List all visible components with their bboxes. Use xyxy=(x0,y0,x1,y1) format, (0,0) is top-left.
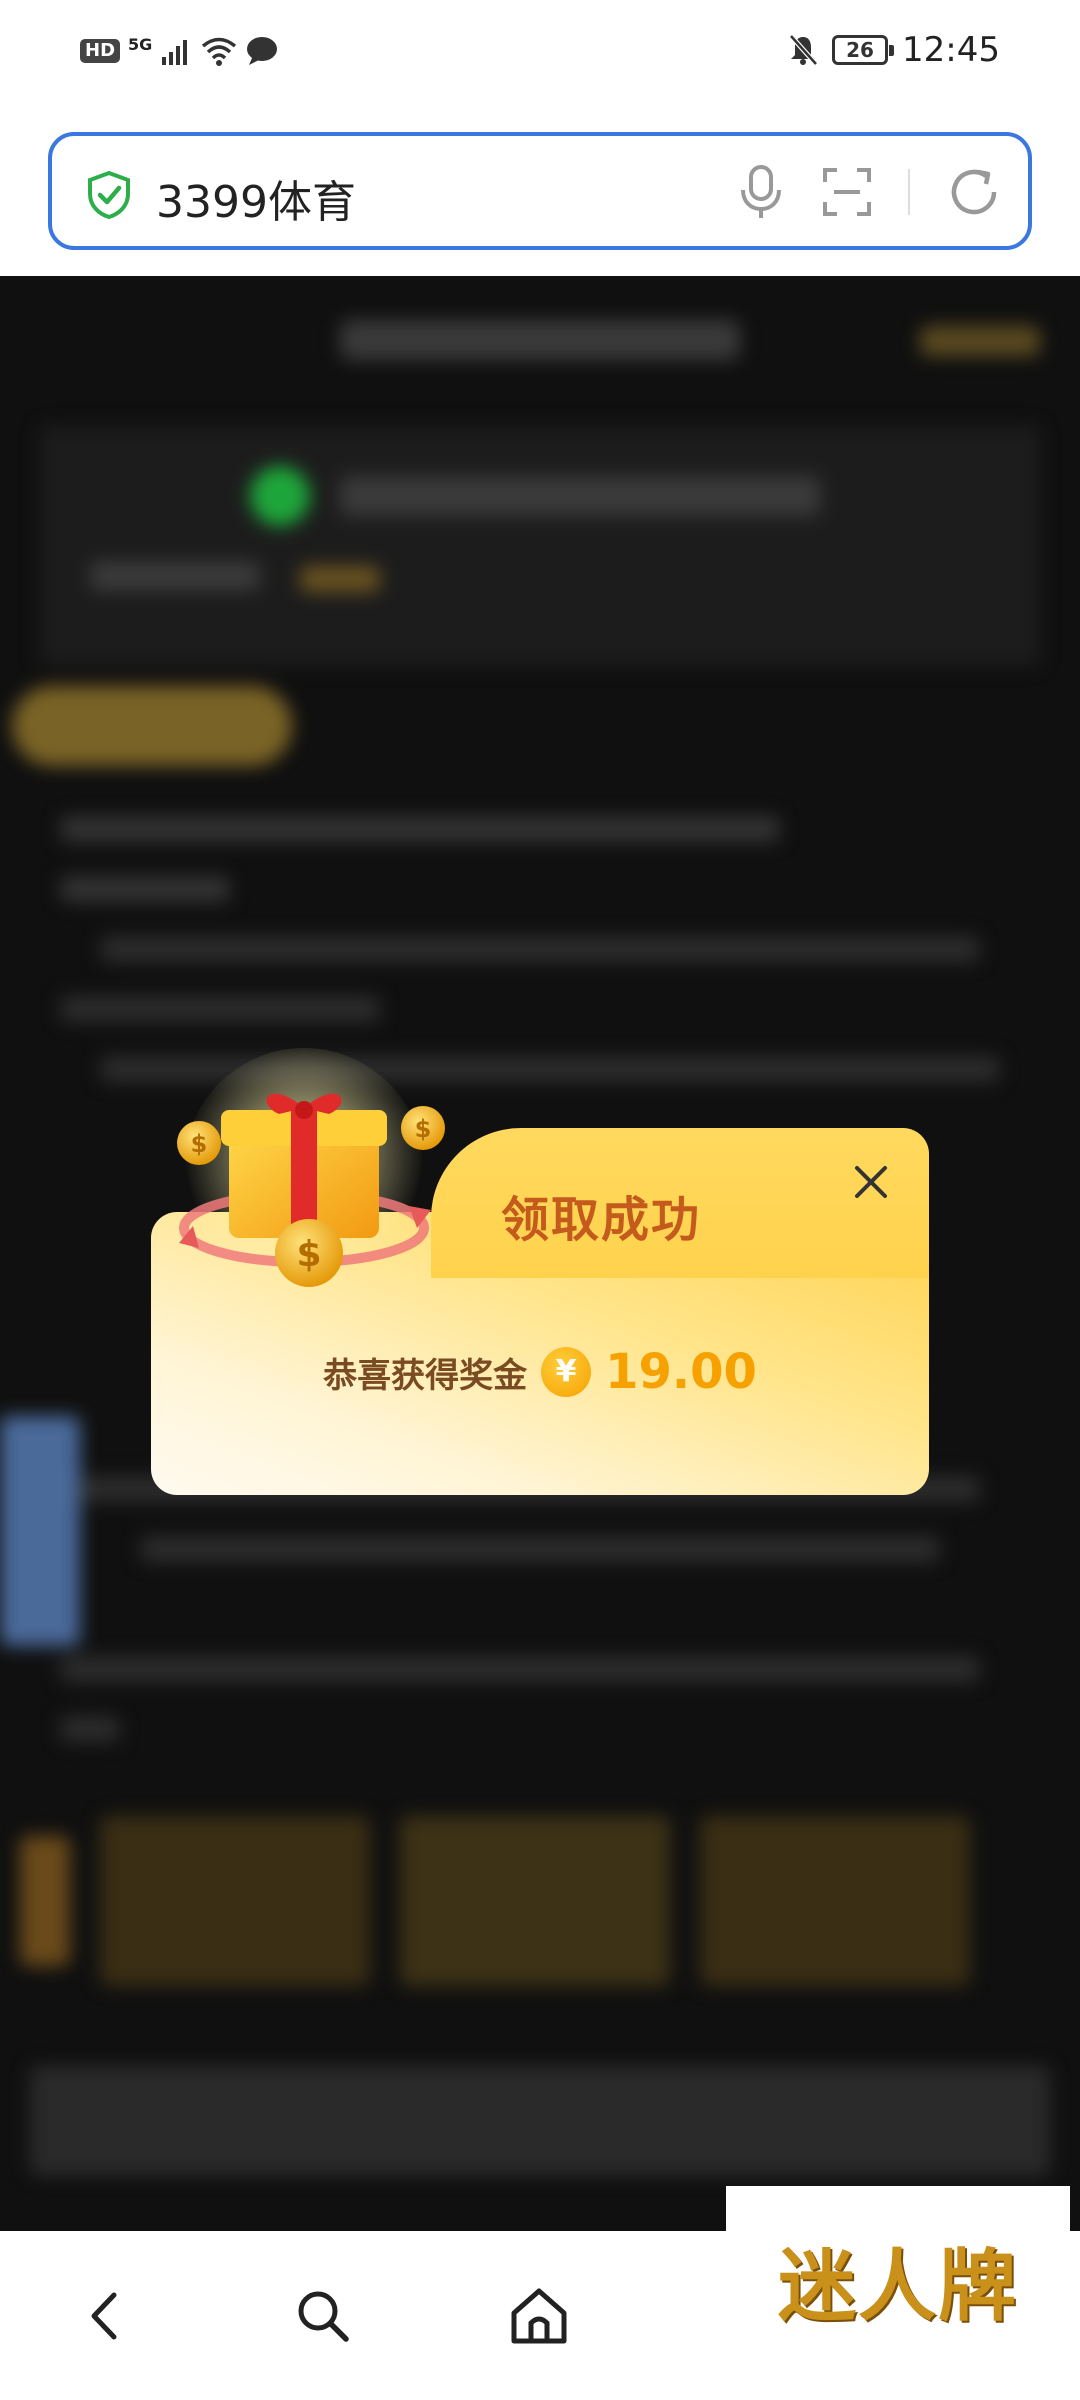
status-left: HD 5G xyxy=(80,34,278,66)
network-type: 5G xyxy=(128,34,153,54)
gift-icon: $ $ $ xyxy=(177,1048,445,1288)
reward-modal: 领取成功 $ $ $ 恭喜获得奖金 ¥ 19.00 xyxy=(151,1048,929,1495)
yuan-coin-icon: ¥ xyxy=(541,1347,592,1397)
blurred-bar xyxy=(30,2066,1050,2176)
reload-icon[interactable] xyxy=(946,164,1002,220)
blurred-line xyxy=(100,936,980,962)
blurred-card xyxy=(700,1816,970,1986)
mute-bell-icon xyxy=(789,34,818,66)
home-icon[interactable] xyxy=(504,2281,574,2351)
svg-text:$: $ xyxy=(191,1130,208,1158)
watermark-logo: 迷人牌 xyxy=(726,2186,1070,2374)
blurred-line xyxy=(60,876,230,902)
battery-indicator: 26 xyxy=(832,35,895,65)
reward-label: 恭喜获得奖金 xyxy=(323,1355,528,1396)
shield-check-icon xyxy=(88,170,130,220)
status-right: 26 12:45 xyxy=(788,30,1000,70)
search-icon[interactable] xyxy=(288,2281,358,2351)
blurred-line xyxy=(140,1536,940,1562)
blurred-header xyxy=(340,320,740,360)
blurred-dot xyxy=(250,466,310,526)
blurred-line xyxy=(60,816,780,842)
message-icon xyxy=(247,37,278,65)
blurred-panel xyxy=(40,426,1040,666)
microphone-icon[interactable] xyxy=(736,164,786,220)
blurred-line xyxy=(60,996,380,1022)
scan-icon[interactable] xyxy=(822,167,872,217)
back-icon[interactable] xyxy=(72,2281,142,2351)
blurred-card xyxy=(100,1816,370,1986)
address-actions xyxy=(736,164,1002,220)
hd-badge: HD xyxy=(80,39,121,63)
status-bar: HD 5G 26 12:45 xyxy=(0,0,1080,110)
reward-amount: 19.00 xyxy=(605,1344,757,1400)
close-icon[interactable] xyxy=(851,1162,891,1202)
blurred-line xyxy=(340,476,820,516)
blurred-card xyxy=(20,1836,70,1966)
address-divider xyxy=(908,169,910,215)
address-text[interactable]: 3399体育 xyxy=(156,166,356,230)
clock: 12:45 xyxy=(902,30,1000,70)
blurred-pill xyxy=(12,686,292,766)
modal-title: 领取成功 xyxy=(500,1192,701,1248)
blurred-line xyxy=(60,1716,120,1742)
svg-text:$: $ xyxy=(296,1234,321,1275)
browser-toolbar: 3399体育 xyxy=(0,110,1080,276)
address-bar[interactable]: 3399体育 xyxy=(48,132,1032,250)
blurred-line xyxy=(300,566,380,592)
svg-text:$: $ xyxy=(415,1115,432,1143)
blurred-side-image xyxy=(0,1416,80,1646)
watermark-text: 迷人牌 xyxy=(777,2241,1018,2332)
blurred-header-right xyxy=(920,326,1040,356)
reward-line: 恭喜获得奖金 ¥ 19.00 xyxy=(151,1344,929,1400)
blurred-line xyxy=(90,561,260,591)
wifi-icon xyxy=(202,37,237,66)
signal-icon xyxy=(162,40,188,65)
blurred-line xyxy=(60,1656,980,1682)
blurred-card xyxy=(400,1816,670,1986)
